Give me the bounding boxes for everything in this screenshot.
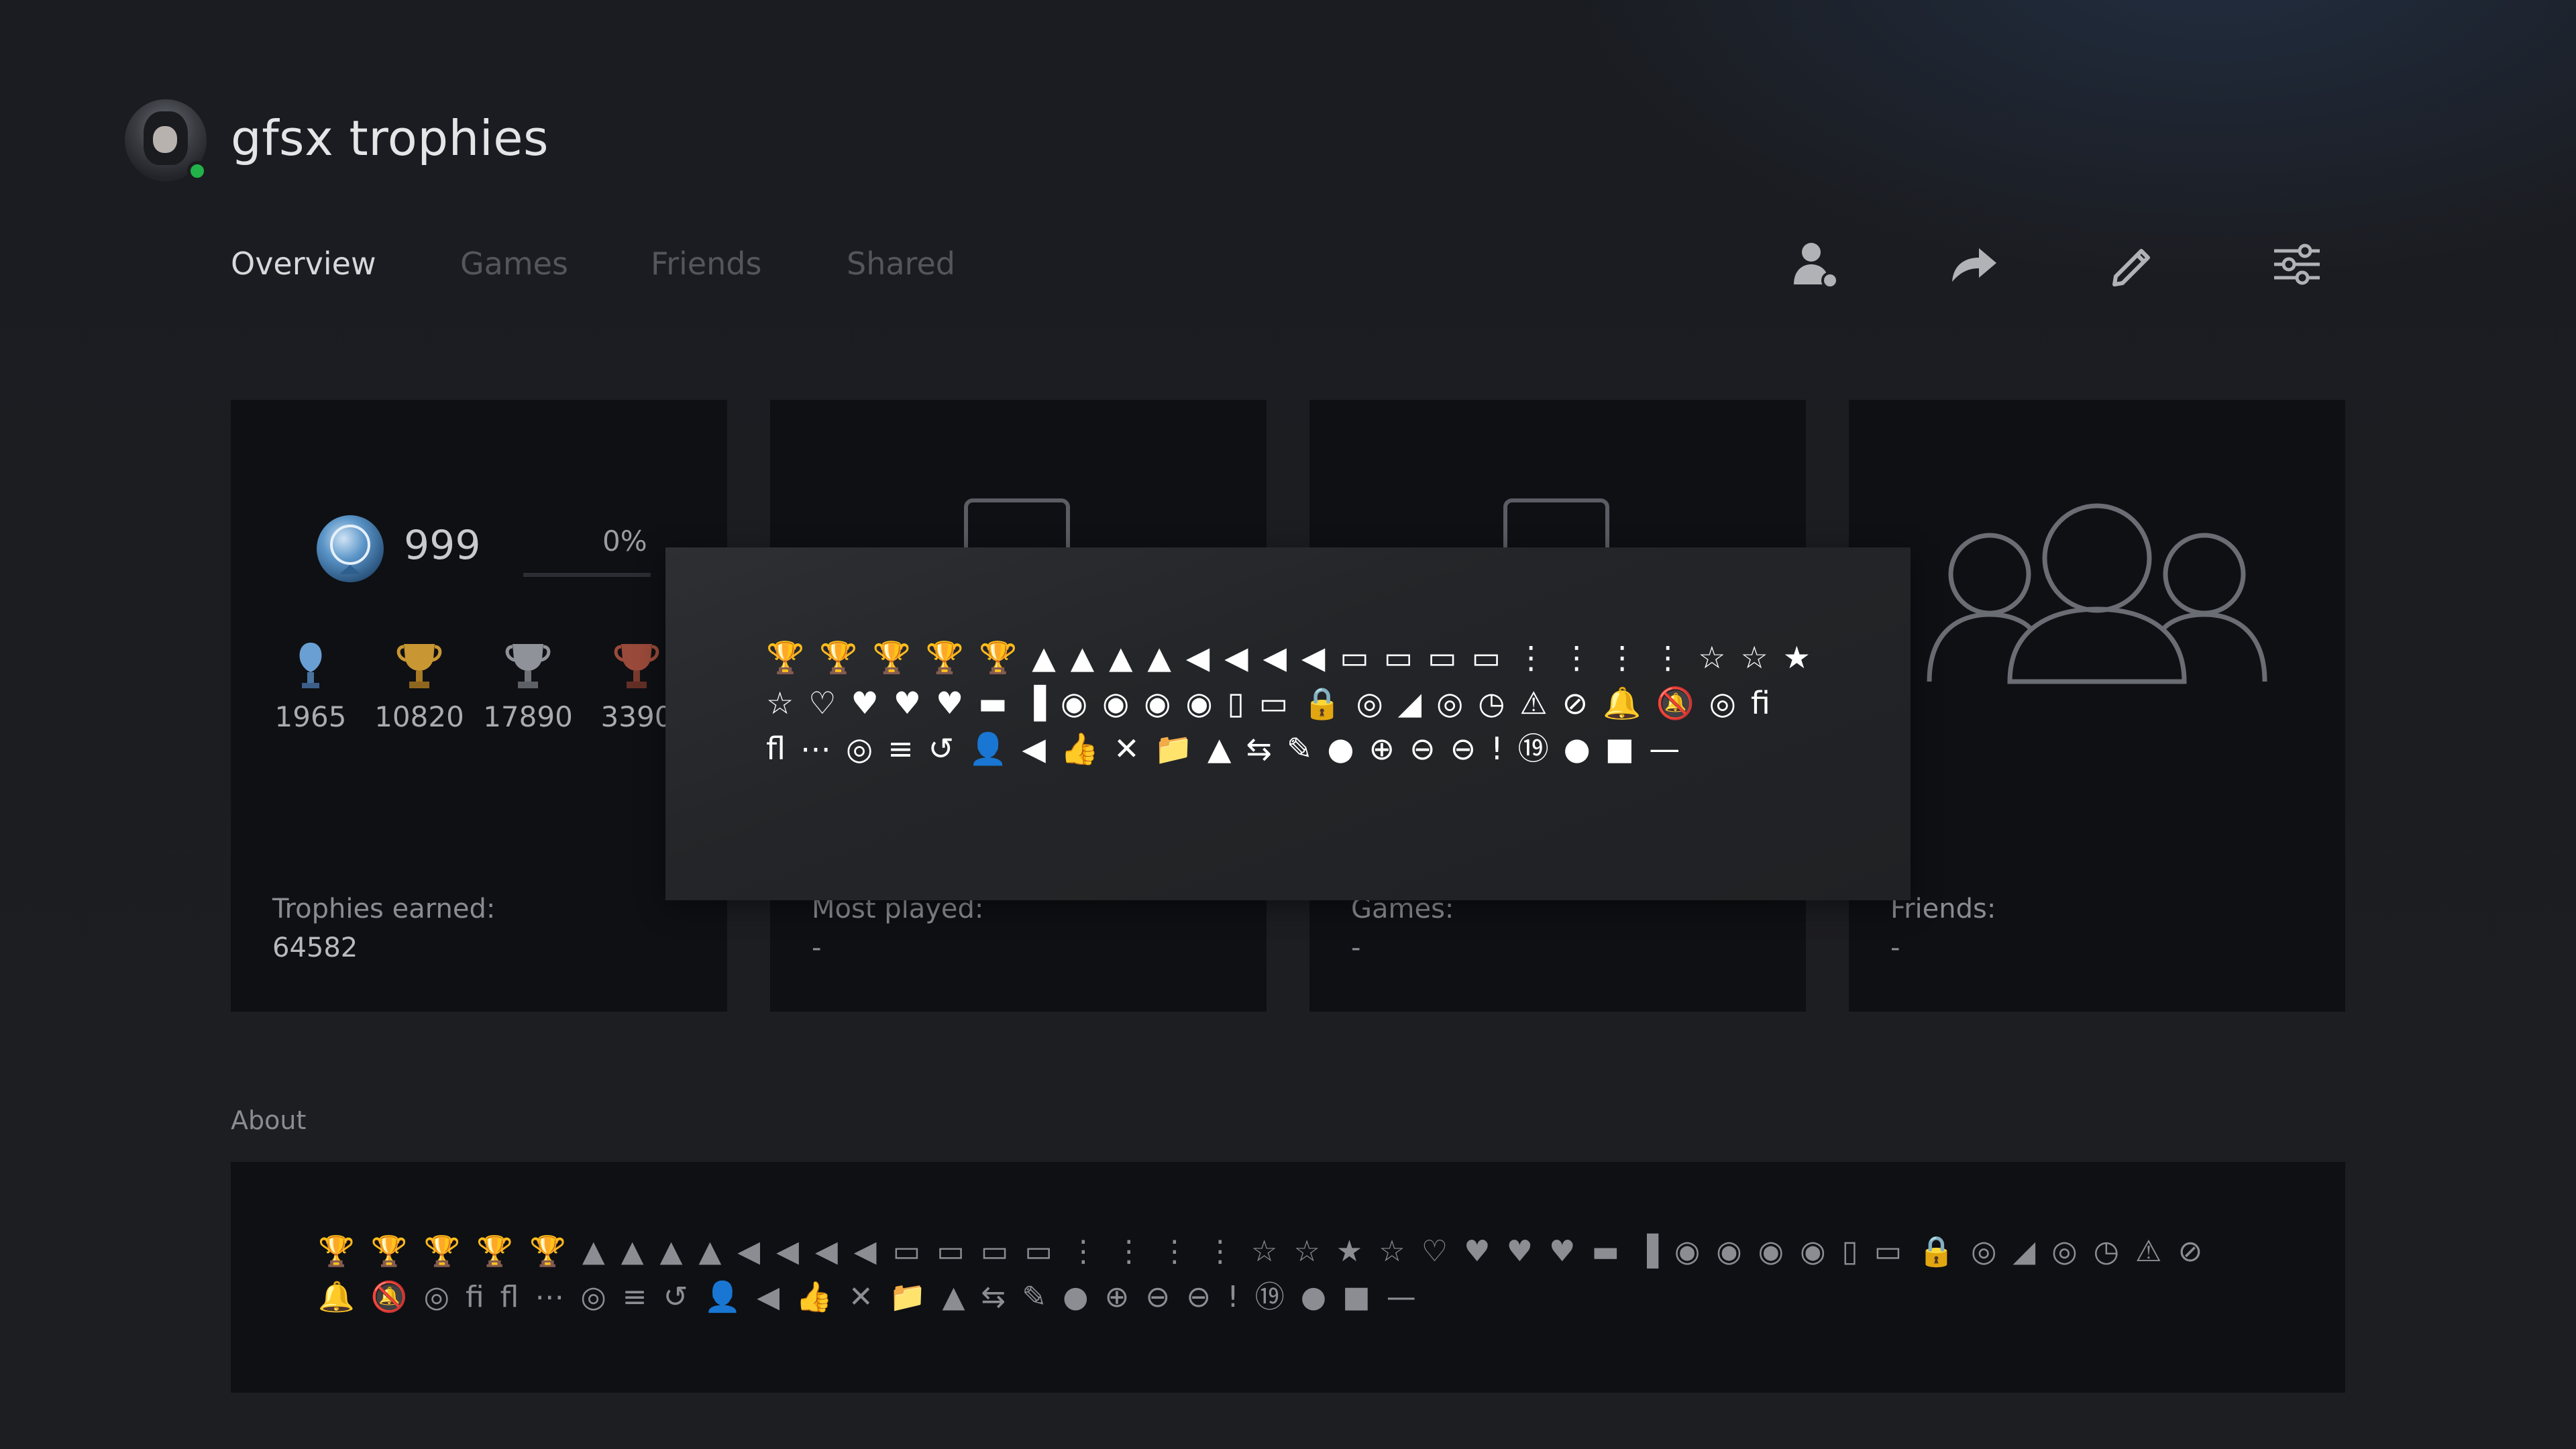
friends-card[interactable]: Friends: -	[1849, 400, 2345, 1012]
tab-games[interactable]: Games	[460, 246, 568, 282]
silver-count: 17890	[483, 700, 573, 733]
online-status-badge	[187, 161, 207, 181]
tab-friends[interactable]: Friends	[651, 246, 761, 282]
glyph-preview-overlay: 🏆🏆🏆🏆🏆▲▲▲▲◀◀◀◀▭▭▭▭⋮⋮⋮⋮☆☆★☆♡♥♥♥▬▐◉◉◉◉▯▭🔒◎◢…	[665, 547, 1911, 900]
trophies-earned-value: 64582	[272, 932, 358, 963]
friends-group-icon	[1927, 503, 2267, 684]
games-value: -	[1351, 932, 1361, 963]
tab-overview[interactable]: Overview	[231, 246, 376, 282]
gold-count: 10820	[374, 700, 464, 733]
most-played-value: -	[812, 932, 822, 963]
tab-shared[interactable]: Shared	[847, 246, 955, 282]
bronze-trophy-icon	[614, 644, 659, 688]
trophies-card[interactable]: 999 0% 1965 10820 17890 3390 Trophies ea…	[231, 400, 727, 1012]
about-panel: 🏆🏆🏆🏆🏆▲▲▲▲◀◀◀◀▭▭▭▭⋮⋮⋮⋮☆☆★☆♡♥♥♥▬▐◉◉◉◉▯▭🔒◎◢…	[231, 1162, 2345, 1393]
silver-trophy-icon	[505, 644, 551, 688]
trophy-level-icon	[317, 515, 384, 582]
profile-name: gfsx trophies	[231, 110, 549, 166]
avatar-face	[153, 126, 177, 153]
platinum-trophy-icon	[299, 643, 322, 688]
trophy-level: 999	[404, 522, 481, 569]
platinum-count: 1965	[274, 700, 347, 733]
about-glyph-strip: 🏆🏆🏆🏆🏆▲▲▲▲◀◀◀◀▭▭▭▭⋮⋮⋮⋮☆☆★☆♡♥♥♥▬▐◉◉◉◉▯▭🔒◎◢…	[318, 1234, 2219, 1314]
settings-sliders-icon[interactable]	[2270, 237, 2324, 291]
friend-request-icon[interactable]	[1788, 237, 1842, 291]
edit-icon[interactable]	[2106, 237, 2160, 291]
share-icon[interactable]	[1947, 237, 2000, 291]
level-progress-bar	[523, 573, 651, 577]
trophies-earned-label: Trophies earned:	[272, 894, 496, 924]
about-heading: About	[231, 1106, 307, 1135]
friends-value: -	[1890, 932, 1900, 963]
level-progress-percent: 0%	[602, 525, 647, 557]
gold-trophy-icon	[396, 644, 442, 688]
overlay-glyph-strip: 🏆🏆🏆🏆🏆▲▲▲▲◀◀◀◀▭▭▭▭⋮⋮⋮⋮☆☆★☆♡♥♥♥▬▐◉◉◉◉▯▭🔒◎◢…	[766, 639, 1825, 767]
